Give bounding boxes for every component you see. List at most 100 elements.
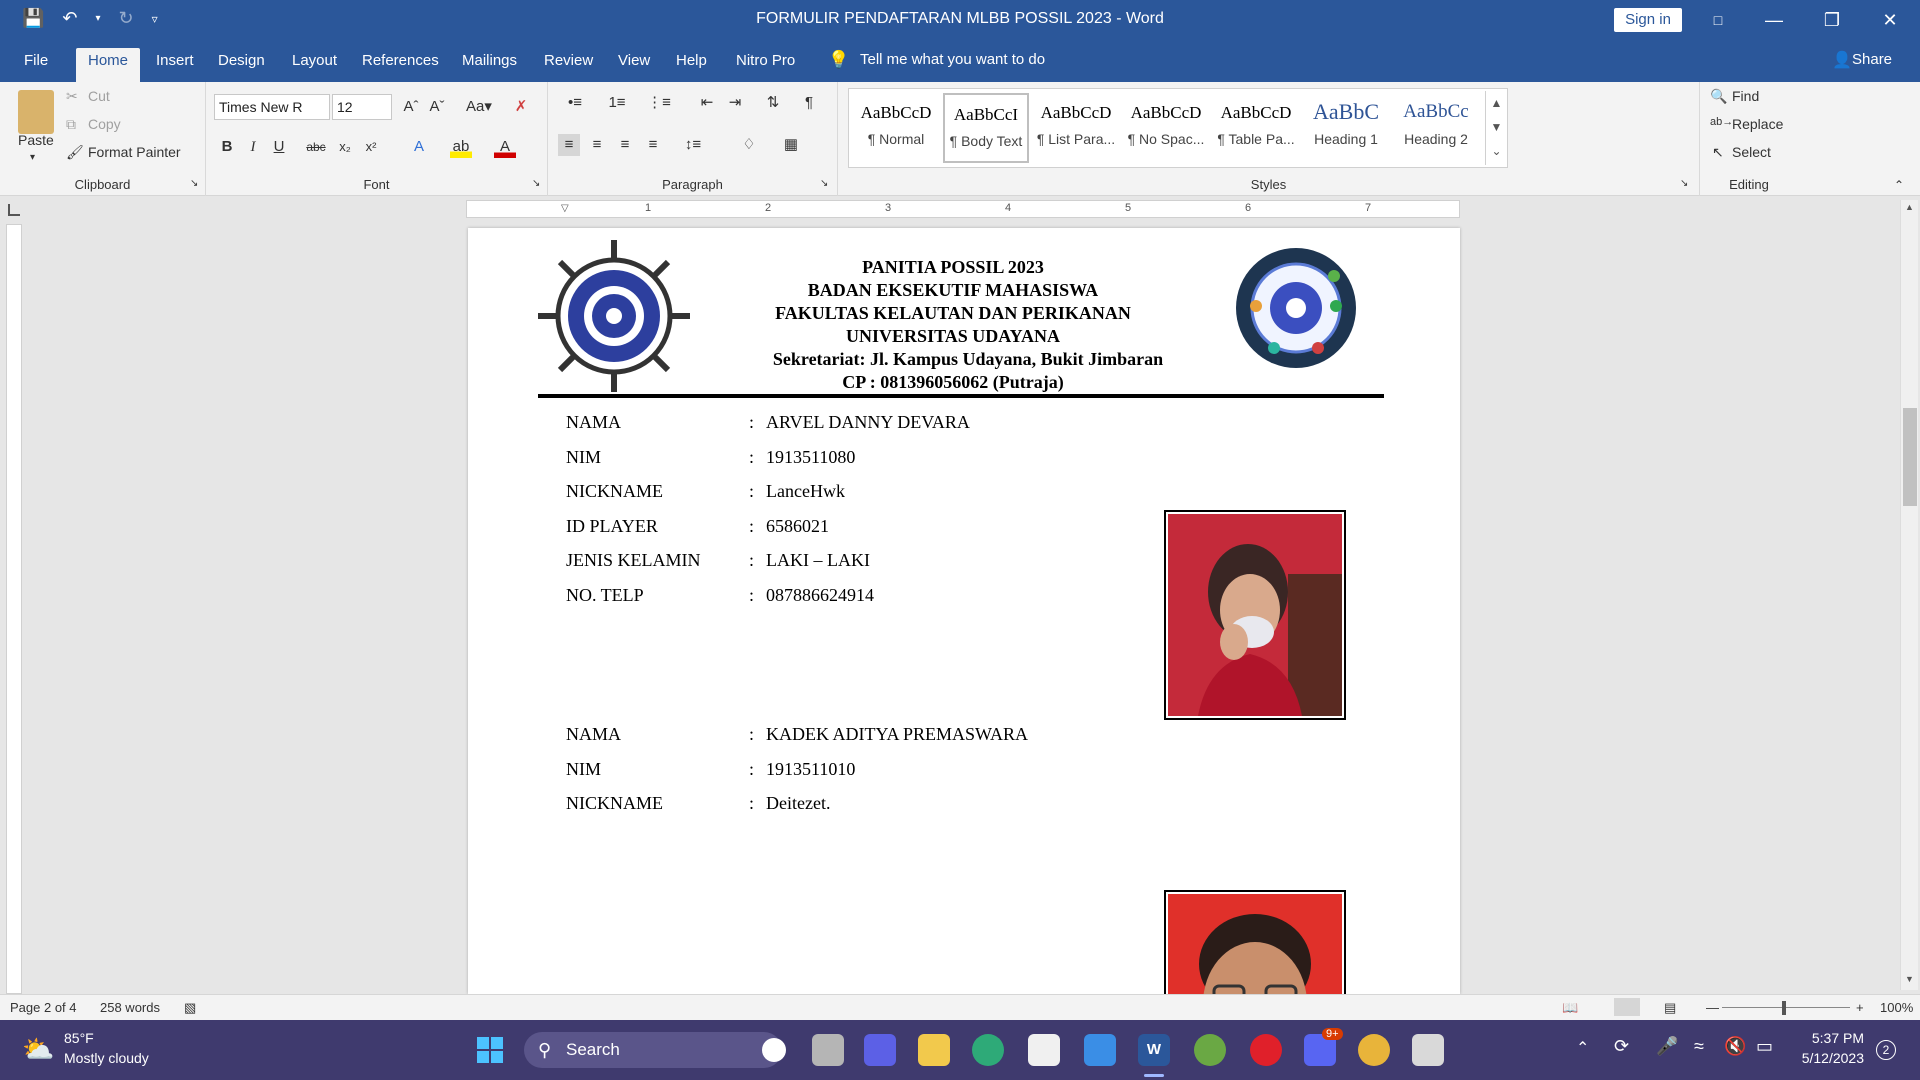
- change-case-icon[interactable]: Aa▾: [462, 96, 496, 118]
- tab-nitro-pro[interactable]: Nitro Pro: [724, 48, 807, 82]
- copy-button[interactable]: Copy: [88, 116, 121, 132]
- volume-muted-icon[interactable]: 🔇: [1724, 1036, 1746, 1057]
- tab-home[interactable]: Home: [76, 48, 141, 82]
- font-color-icon[interactable]: A: [494, 136, 516, 158]
- font-size-combo[interactable]: 12: [332, 94, 392, 120]
- line-spacing-icon[interactable]: ↕≡: [678, 134, 708, 156]
- page-count[interactable]: Page 2 of 4: [10, 1000, 77, 1015]
- paste-icon[interactable]: [18, 90, 54, 134]
- clear-formatting-icon[interactable]: ✗: [510, 96, 532, 118]
- zoom-in-icon[interactable]: +: [1856, 1000, 1864, 1015]
- underline-icon[interactable]: U: [268, 136, 290, 158]
- document-page[interactable]: PANITIA POSSIL 2023 BADAN EKSEKUTIF MAHA…: [468, 228, 1460, 994]
- align-right-icon[interactable]: ≡: [614, 134, 636, 156]
- weather-temp[interactable]: 85°F: [64, 1030, 94, 1046]
- superscript-icon[interactable]: x²: [360, 136, 382, 158]
- restore-button[interactable]: ❐: [1804, 0, 1860, 40]
- vertical-ruler[interactable]: [6, 224, 22, 994]
- tab-selector-icon[interactable]: [8, 204, 20, 216]
- paragraph-launcher-icon[interactable]: ↘: [820, 178, 828, 189]
- battery-icon[interactable]: ▭: [1756, 1036, 1773, 1057]
- tab-insert[interactable]: Insert: [144, 48, 206, 82]
- scrollbar-thumb[interactable]: [1903, 408, 1917, 506]
- shading-icon[interactable]: ♢: [734, 134, 764, 156]
- sync-icon[interactable]: ⟳: [1614, 1036, 1629, 1057]
- edge-icon[interactable]: [972, 1034, 1004, 1066]
- font-launcher-icon[interactable]: ↘: [532, 178, 540, 189]
- word-count[interactable]: 258 words: [100, 1000, 160, 1015]
- cut-button[interactable]: Cut: [88, 88, 110, 104]
- multilevel-list-icon[interactable]: ⋮≡: [644, 92, 674, 114]
- sort-icon[interactable]: ⇅: [762, 92, 784, 114]
- paste-dropdown-icon[interactable]: ▾: [30, 152, 35, 163]
- paste-button[interactable]: Paste: [18, 132, 54, 148]
- decrease-indent-icon[interactable]: ⇤: [696, 92, 718, 114]
- indent-marker-icon[interactable]: ▽: [561, 203, 569, 214]
- tab-help[interactable]: Help: [664, 48, 719, 82]
- sign-in-button[interactable]: Sign in: [1614, 8, 1682, 32]
- scroll-down-icon[interactable]: ▼: [1905, 974, 1914, 984]
- style-heading-2[interactable]: AaBbCc Heading 2: [1393, 93, 1479, 163]
- horizontal-ruler[interactable]: 1 2 3 4 5 6 7 ▽: [466, 200, 1460, 218]
- show-formatting-icon[interactable]: ¶: [798, 92, 820, 114]
- task-view-icon[interactable]: [812, 1034, 844, 1066]
- vertical-scrollbar[interactable]: ▲ ▼: [1900, 200, 1918, 990]
- mail-icon[interactable]: [1084, 1034, 1116, 1066]
- styles-scroll[interactable]: ▲ ▼ ⌄: [1485, 91, 1507, 165]
- notification-count[interactable]: 2: [1876, 1040, 1896, 1060]
- bold-icon[interactable]: B: [216, 136, 238, 158]
- taskbar-search[interactable]: ⚲ Search: [524, 1032, 782, 1068]
- wifi-icon[interactable]: ≈: [1694, 1036, 1704, 1057]
- close-button[interactable]: ✕: [1862, 0, 1918, 40]
- zoom-level[interactable]: 100%: [1880, 1000, 1913, 1015]
- tab-design[interactable]: Design: [206, 48, 277, 82]
- word-app-icon[interactable]: W: [1138, 1034, 1170, 1066]
- scroll-up-icon[interactable]: ▲: [1905, 202, 1914, 212]
- zoom-slider-thumb[interactable]: [1782, 1001, 1786, 1015]
- font-family-combo[interactable]: Times New R: [214, 94, 330, 120]
- web-layout-icon[interactable]: ▤: [1664, 1000, 1676, 1016]
- bing-icon[interactable]: [762, 1038, 786, 1062]
- show-hidden-icons-icon[interactable]: ⌃: [1576, 1038, 1589, 1058]
- select-button[interactable]: Select: [1732, 144, 1771, 160]
- clock-date[interactable]: 5/12/2023: [1798, 1050, 1864, 1066]
- align-left-icon[interactable]: ≡: [558, 134, 580, 156]
- style-body-text[interactable]: AaBbCcI ¶ Body Text: [943, 93, 1029, 163]
- grow-font-icon[interactable]: Aˆ: [400, 96, 422, 118]
- increase-indent-icon[interactable]: ⇥: [724, 92, 746, 114]
- text-effects-icon[interactable]: A: [408, 136, 430, 158]
- clipboard-launcher-icon[interactable]: ↘: [190, 178, 198, 189]
- italic-icon[interactable]: I: [242, 136, 264, 158]
- zoom-slider[interactable]: [1722, 1007, 1850, 1008]
- weather-cloud-icon[interactable]: ⛅: [22, 1034, 54, 1065]
- snipping-tool-icon[interactable]: [1412, 1034, 1444, 1066]
- weather-desc[interactable]: Mostly cloudy: [64, 1050, 149, 1066]
- tab-layout[interactable]: Layout: [280, 48, 349, 82]
- zoom-out-icon[interactable]: —: [1706, 1000, 1719, 1015]
- find-button[interactable]: Find: [1732, 88, 1759, 104]
- justify-icon[interactable]: ≡: [642, 134, 664, 156]
- style-no-spacing[interactable]: AaBbCcD ¶ No Spac...: [1123, 93, 1209, 163]
- file-explorer-icon[interactable]: [918, 1034, 950, 1066]
- subscript-icon[interactable]: x₂: [334, 136, 356, 158]
- minimize-button[interactable]: —: [1746, 0, 1802, 40]
- collapse-ribbon-icon[interactable]: ⌃: [1894, 178, 1904, 192]
- tell-me-search[interactable]: Tell me what you want to do: [860, 51, 1045, 68]
- format-painter-button[interactable]: Format Painter: [88, 144, 181, 160]
- player-2-photo[interactable]: [1164, 890, 1346, 994]
- share-button[interactable]: Share: [1852, 51, 1892, 68]
- style-heading-1[interactable]: AaBbC Heading 1: [1303, 93, 1389, 163]
- tab-view[interactable]: View: [606, 48, 662, 82]
- borders-icon[interactable]: ▦: [776, 134, 806, 156]
- style-normal[interactable]: AaBbCcD ¶ Normal: [853, 93, 939, 163]
- highlight-color-icon[interactable]: ab: [450, 136, 472, 158]
- quicktime-icon[interactable]: [1194, 1034, 1226, 1066]
- proofing-icon[interactable]: ▧: [184, 1000, 196, 1016]
- tab-file[interactable]: File: [12, 48, 60, 82]
- chrome-icon[interactable]: [1358, 1034, 1390, 1066]
- replace-button[interactable]: Replace: [1732, 116, 1783, 132]
- styles-launcher-icon[interactable]: ↘: [1680, 178, 1688, 189]
- strikethrough-icon[interactable]: abc: [302, 136, 330, 158]
- opera-icon[interactable]: [1250, 1034, 1282, 1066]
- tab-mailings[interactable]: Mailings: [450, 48, 529, 82]
